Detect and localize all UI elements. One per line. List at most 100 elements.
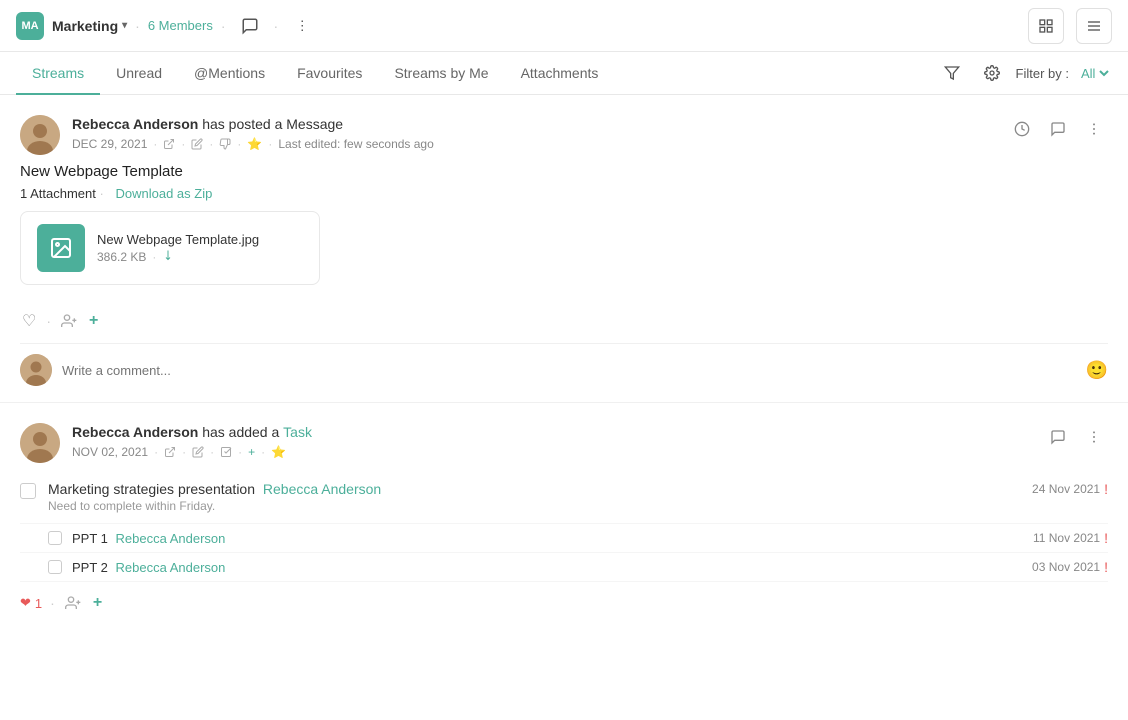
workspace-chevron-icon: ▾: [122, 20, 127, 31]
comment-input[interactable]: [62, 357, 1076, 384]
task-main-text: Marketing strategies presentation Rebecc…: [48, 481, 1032, 513]
post-1-author: Rebecca Anderson: [72, 116, 198, 132]
subtask-1: PPT 1 Rebecca Anderson 11 Nov 2021 !: [20, 524, 1108, 553]
post-2-actions: [1044, 423, 1108, 451]
dots-icon: ⋮: [296, 18, 309, 34]
heart-button[interactable]: ♡: [20, 309, 38, 333]
more-options-button[interactable]: ⋮: [286, 10, 318, 42]
task-main-item: Marketing strategies presentation Rebecc…: [20, 471, 1108, 524]
tab-unread[interactable]: Unread: [100, 53, 178, 95]
file-thumbnail: [37, 224, 85, 272]
post-1: Rebecca Anderson has posted a Message DE…: [0, 95, 1128, 403]
task-main-author-link[interactable]: Rebecca Anderson: [263, 481, 381, 497]
post-2-more-button[interactable]: [1080, 423, 1108, 451]
post-2-author: Rebecca Anderson: [72, 424, 198, 440]
attachment-label: 1 Attachment · Download as Zip: [20, 186, 1108, 201]
post-1-date-line: DEC 29, 2021 · · ·: [72, 137, 1008, 151]
emoji-button[interactable]: 🙂: [1086, 360, 1108, 381]
reminder-button[interactable]: [1008, 115, 1036, 143]
comment-avatar: [20, 354, 52, 386]
download-zip-link[interactable]: Download as Zip: [115, 186, 212, 201]
header-right-icons: [1028, 8, 1112, 44]
subtask-1-author[interactable]: Rebecca Anderson: [116, 531, 226, 546]
grid-view-button[interactable]: [1028, 8, 1064, 44]
download-icon[interactable]: [162, 249, 174, 264]
filter-icon-button[interactable]: [936, 57, 968, 89]
members-link[interactable]: 6 Members: [148, 18, 213, 33]
heart-number: 1: [35, 596, 42, 611]
comment-button[interactable]: [1044, 115, 1072, 143]
task-main-subtitle: Need to complete within Friday.: [48, 499, 1032, 513]
post-2-avatar: [20, 423, 60, 463]
post-1-avatar: [20, 115, 60, 155]
more-button[interactable]: [1080, 115, 1108, 143]
post-2-comment-button[interactable]: [1044, 423, 1072, 451]
post-2: Rebecca Anderson has added a Task NOV 02…: [0, 403, 1128, 624]
header-dot-3: ·: [274, 18, 279, 34]
feed: Rebecca Anderson has posted a Message DE…: [0, 95, 1128, 624]
post-2-add-reaction[interactable]: +: [91, 592, 104, 614]
filter-select[interactable]: All: [1077, 65, 1112, 82]
filter-label: Filter by :: [1016, 66, 1069, 81]
subtask-1-date: 11 Nov 2021 !: [1033, 530, 1108, 546]
post-2-add-member[interactable]: [63, 593, 83, 613]
attachment-box[interactable]: New Webpage Template.jpg 386.2 KB ·: [20, 211, 320, 285]
post-1-action: has posted a Message: [202, 116, 343, 132]
post-2-task-icon[interactable]: [220, 446, 232, 458]
task-main-checkbox[interactable]: [20, 483, 36, 499]
heart-count: ❤ 1: [20, 595, 42, 611]
star-icon[interactable]: ⭐: [247, 137, 262, 151]
post-1-date: DEC 29, 2021: [72, 137, 147, 151]
tab-streams[interactable]: Streams: [16, 53, 100, 95]
post-1-meta: Rebecca Anderson has posted a Message DE…: [72, 115, 1008, 151]
post-1-last-edited: Last edited: few seconds ago: [278, 137, 433, 151]
heart-icon: ❤: [20, 595, 31, 611]
task-main-title: Marketing strategies presentation Rebecc…: [48, 481, 1032, 497]
chat-icon-button[interactable]: [234, 10, 266, 42]
top-header: MA Marketing ▾ · 6 Members · · ⋮: [0, 0, 1128, 52]
tabs-right-controls: Filter by : All: [936, 57, 1112, 89]
file-name: New Webpage Template.jpg: [97, 232, 303, 247]
tabs-bar: Streams Unread @Mentions Favourites Stre…: [0, 52, 1128, 95]
post-2-author-line: Rebecca Anderson has added a Task: [72, 423, 1044, 443]
subtask-2-checkbox[interactable]: [48, 560, 62, 574]
dislike-icon[interactable]: [219, 138, 231, 150]
post-2-reactions: ❤ 1 · +: [20, 582, 1108, 624]
post-1-actions: [1008, 115, 1108, 143]
post-2-edit-icon[interactable]: [192, 446, 204, 458]
post-1-title: New Webpage Template: [20, 163, 1108, 180]
file-info: New Webpage Template.jpg 386.2 KB ·: [97, 232, 303, 264]
workspace-name[interactable]: Marketing ▾: [52, 18, 127, 34]
post-2-star-icon[interactable]: ⭐: [271, 445, 286, 459]
external-link-icon[interactable]: [163, 138, 175, 150]
subtask-1-urgent: !: [1104, 530, 1108, 546]
post-2-date: NOV 02, 2021: [72, 445, 148, 459]
subtask-2-date: 03 Nov 2021 !: [1032, 559, 1108, 575]
post-2-meta: Rebecca Anderson has added a Task NOV 02…: [72, 423, 1044, 459]
post-2-external-link-icon[interactable]: [164, 446, 176, 458]
task-main-urgent: !: [1104, 481, 1108, 497]
tab-streams-by-me[interactable]: Streams by Me: [378, 53, 504, 95]
header-dot-2: ·: [221, 18, 226, 34]
edit-icon[interactable]: [191, 138, 203, 150]
add-reaction-button[interactable]: +: [87, 310, 100, 332]
task-link[interactable]: Task: [283, 424, 312, 440]
post-2-add-icon[interactable]: +: [248, 445, 255, 459]
subtask-2-author[interactable]: Rebecca Anderson: [116, 560, 226, 575]
task-main-date: 24 Nov 2021 !: [1032, 481, 1108, 497]
header-dot-1: ·: [135, 18, 140, 34]
menu-view-button[interactable]: [1076, 8, 1112, 44]
subtask-1-checkbox[interactable]: [48, 531, 62, 545]
tab-attachments[interactable]: Attachments: [505, 53, 615, 95]
post-2-date-line: NOV 02, 2021 · · ·: [72, 445, 1044, 459]
add-member-reaction[interactable]: [59, 311, 79, 331]
settings-filter-button[interactable]: [976, 57, 1008, 89]
file-size-row: 386.2 KB ·: [97, 249, 303, 264]
subtask-2: PPT 2 Rebecca Anderson 03 Nov 2021 !: [20, 553, 1108, 582]
tab-favourites[interactable]: Favourites: [281, 53, 378, 95]
workspace-badge: MA: [16, 12, 44, 40]
subtask-2-title: PPT 2 Rebecca Anderson: [72, 560, 225, 575]
subtask-1-title: PPT 1 Rebecca Anderson: [72, 531, 225, 546]
tab-mentions[interactable]: @Mentions: [178, 53, 281, 95]
post-1-reactions: ♡ · +: [20, 299, 1108, 343]
